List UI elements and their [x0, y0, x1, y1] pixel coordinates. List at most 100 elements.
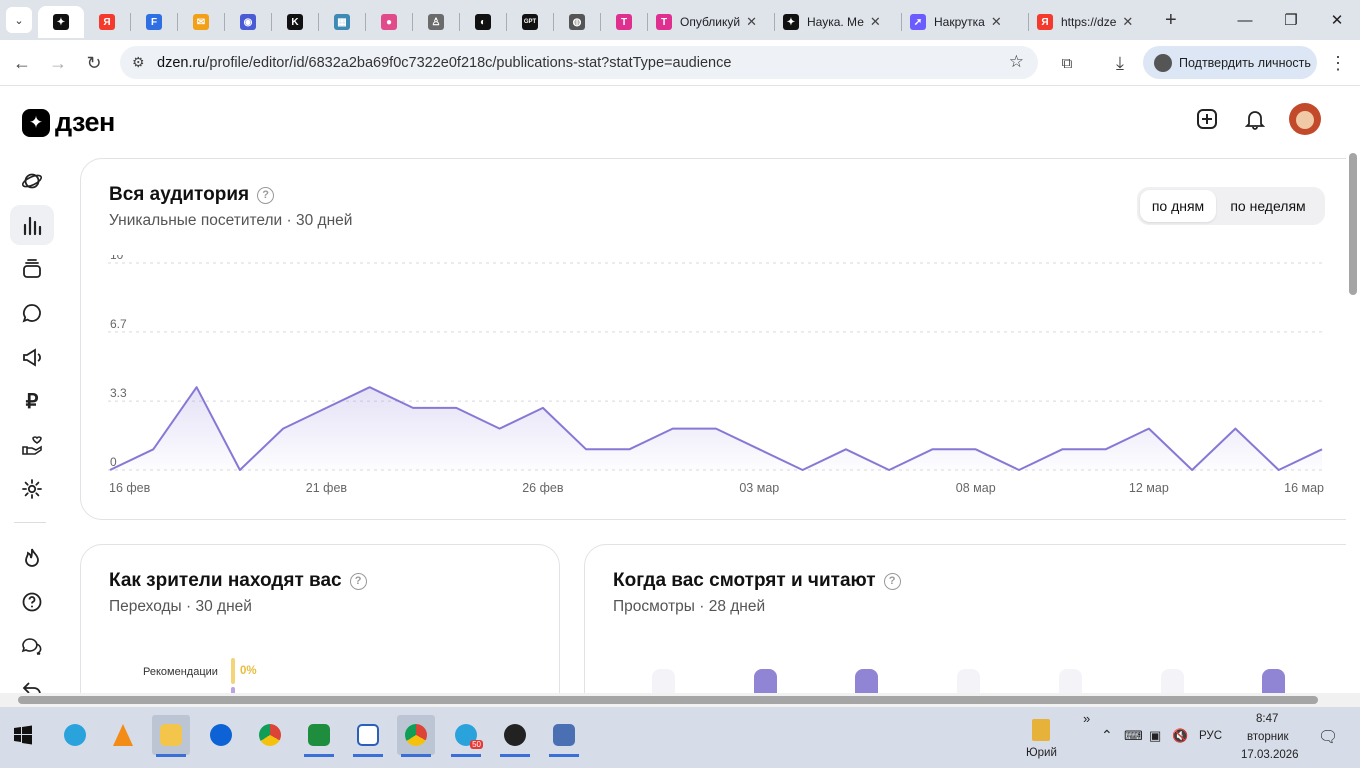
site-settings-icon[interactable]: ⚙ — [132, 54, 145, 71]
browser-tab[interactable]: T Опубликуй ✕ — [648, 6, 774, 38]
audience-data-point[interactable] — [277, 423, 289, 435]
file-explorer-app[interactable] — [152, 715, 190, 757]
user-avatar[interactable] — [1289, 103, 1321, 135]
scroll-thumb[interactable] — [1349, 153, 1357, 295]
audience-data-point[interactable] — [1013, 464, 1025, 476]
page-scrollbar-vertical[interactable] — [1346, 87, 1360, 693]
audience-data-point[interactable] — [1273, 464, 1285, 476]
telegram-app[interactable] — [56, 715, 94, 755]
browser-tab[interactable]: ◉ — [225, 6, 271, 38]
audience-data-point[interactable] — [191, 381, 203, 393]
browser-tab[interactable]: T — [601, 6, 647, 38]
forward-button[interactable]: → — [43, 48, 73, 78]
nav-support-chat[interactable] — [10, 626, 54, 666]
tab-close-icon[interactable]: ✕ — [746, 14, 757, 30]
audience-data-point[interactable] — [970, 443, 982, 455]
writer-app[interactable] — [349, 715, 387, 757]
game-app[interactable] — [496, 715, 534, 757]
help-question-icon[interactable]: ? — [349, 572, 367, 590]
audience-data-point[interactable] — [926, 443, 938, 455]
nav-feed[interactable] — [10, 161, 54, 201]
audience-data-point[interactable] — [883, 464, 895, 476]
browser-tab[interactable]: ✉ — [178, 6, 224, 38]
downloads-button[interactable]: ⤓ — [1105, 48, 1135, 78]
browser-tab[interactable]: ➚ Накрутка ✕ — [902, 6, 1028, 38]
teamviewer-app[interactable] — [202, 715, 240, 755]
verify-identity-button[interactable]: Подтвердить личность — [1143, 46, 1317, 79]
extensions-button[interactable]: ⧉ — [1052, 48, 1082, 78]
start-button[interactable] — [4, 715, 42, 755]
back-button[interactable]: ← — [7, 48, 37, 78]
chrome-active-app[interactable] — [397, 715, 435, 757]
nav-publications[interactable] — [10, 249, 54, 289]
nav-back[interactable] — [10, 669, 54, 693]
nav-donations[interactable] — [10, 425, 54, 465]
minimize-button[interactable]: — — [1222, 0, 1268, 40]
tab-close-icon[interactable]: ✕ — [1122, 14, 1133, 30]
new-tab-button[interactable]: + — [1165, 9, 1177, 32]
browser-tab[interactable]: F — [131, 6, 177, 38]
language-indicator[interactable]: РУС — [1199, 730, 1222, 742]
nav-comments[interactable] — [10, 293, 54, 333]
tray-overflow-chevron-icon[interactable]: » — [1083, 711, 1090, 726]
bookmark-star-icon[interactable]: ☆ — [1009, 52, 1024, 72]
chrome-app[interactable] — [251, 715, 289, 755]
tab-search-button[interactable]: ⌄ — [6, 7, 32, 33]
schedule-bubble[interactable] — [957, 669, 981, 693]
toggle-by-days[interactable]: по дням — [1140, 190, 1216, 222]
browser-tab[interactable]: Яhttps://dze ✕ — [1029, 6, 1155, 38]
audience-data-point[interactable] — [494, 423, 506, 435]
dzen-logo[interactable]: ✦ дзен — [22, 107, 115, 138]
telegram-app-2[interactable]: 50 — [447, 715, 485, 757]
browser-tab[interactable]: ◐ — [460, 6, 506, 38]
audience-data-point[interactable] — [147, 443, 159, 455]
address-bar[interactable]: ⚙ dzen.ru/profile/editor/id/6832a2ba69f0… — [120, 46, 1038, 79]
vlc-app[interactable] — [104, 715, 142, 755]
audience-data-point[interactable] — [1056, 443, 1068, 455]
audience-data-point[interactable] — [753, 443, 765, 455]
notification-center-icon[interactable]: 🗨 — [1318, 727, 1338, 747]
schedule-bubble[interactable] — [1058, 669, 1082, 693]
help-question-icon[interactable]: ? — [883, 572, 901, 590]
schedule-bubble[interactable] — [1262, 669, 1286, 693]
browser-tab[interactable]: ♙ — [413, 6, 459, 38]
nav-monetization[interactable]: ₽ — [10, 381, 54, 421]
audience-data-point[interactable] — [1100, 443, 1112, 455]
spreadsheet-app[interactable] — [300, 715, 338, 757]
browser-tab[interactable]: ● — [366, 6, 412, 38]
keyboard-layout-icon[interactable]: ⌨ — [1124, 728, 1143, 744]
audience-data-point[interactable] — [623, 443, 635, 455]
audience-data-point[interactable] — [710, 423, 722, 435]
audience-data-point[interactable] — [667, 423, 679, 435]
network-icon[interactable]: ▣ — [1149, 728, 1161, 744]
toggle-by-weeks[interactable]: по неделям — [1216, 190, 1320, 222]
tray-up-arrow-icon[interactable]: ⌃ — [1101, 727, 1113, 744]
network-app[interactable] — [545, 715, 583, 757]
browser-tab[interactable]: ✦ Наука. Ме ✕ — [775, 6, 901, 38]
nav-promotion[interactable] — [10, 337, 54, 377]
browser-tab[interactable]: K — [272, 6, 318, 38]
clock-time[interactable]: 8:47 — [1256, 713, 1278, 725]
schedule-bubble[interactable] — [753, 669, 777, 693]
browser-tab[interactable]: ▦ — [319, 6, 365, 38]
nav-trends[interactable] — [10, 538, 54, 578]
audience-data-point[interactable] — [1143, 423, 1155, 435]
audience-data-point[interactable] — [537, 402, 549, 414]
restore-button[interactable]: ❐ — [1268, 0, 1314, 40]
browser-tab[interactable]: ✦ — [38, 6, 84, 38]
audience-data-point[interactable] — [407, 402, 419, 414]
volume-muted-icon[interactable]: 🔇 — [1172, 728, 1188, 744]
tab-close-icon[interactable]: ✕ — [870, 14, 881, 30]
schedule-bubble[interactable] — [1160, 669, 1184, 693]
audience-data-point[interactable] — [364, 381, 376, 393]
page-scrollbar-horizontal[interactable] — [0, 693, 1360, 707]
notifications-button[interactable] — [1243, 107, 1267, 131]
nav-settings[interactable] — [10, 469, 54, 509]
nav-statistics[interactable] — [10, 205, 54, 245]
browser-tab[interactable]: ◍ — [554, 6, 600, 38]
schedule-bubble[interactable] — [652, 669, 675, 693]
audience-data-point[interactable] — [1229, 423, 1241, 435]
create-post-button[interactable] — [1195, 107, 1219, 131]
audience-data-point[interactable] — [840, 443, 852, 455]
reload-button[interactable]: ↻ — [79, 48, 109, 78]
